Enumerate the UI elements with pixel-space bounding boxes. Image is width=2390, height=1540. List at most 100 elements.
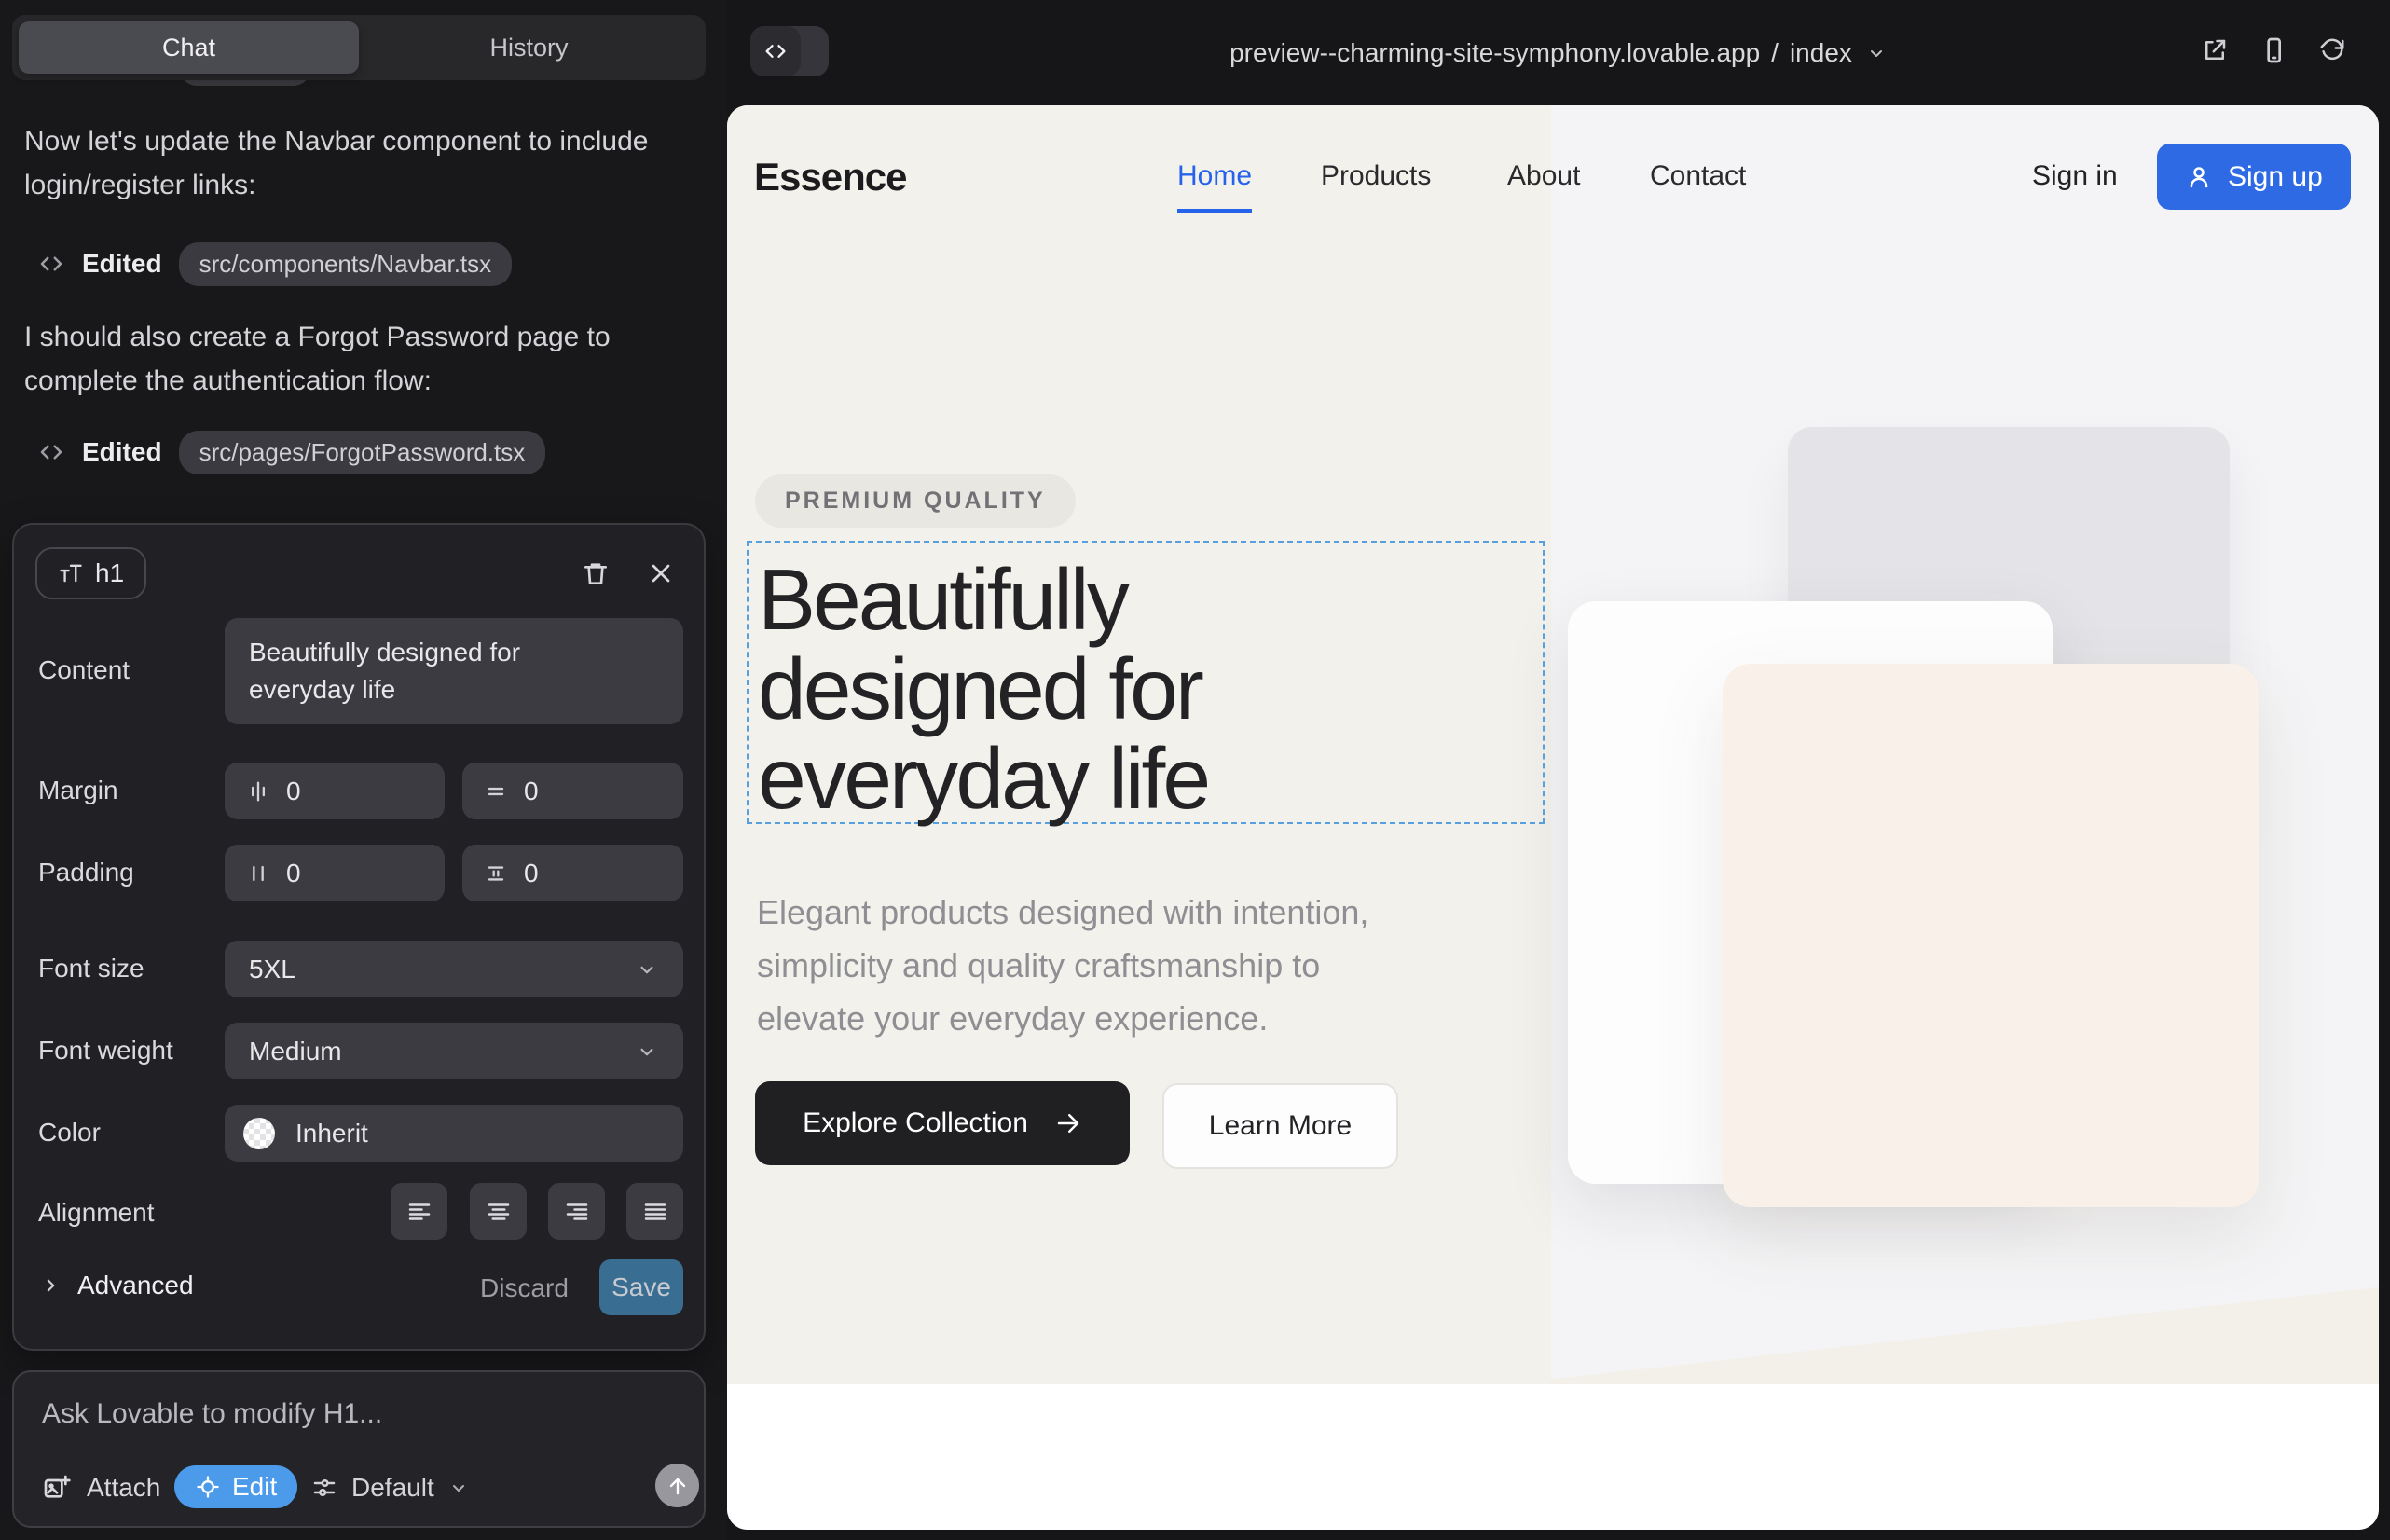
- learn-more-button[interactable]: Learn More: [1162, 1083, 1398, 1169]
- element-tag: h1: [95, 558, 124, 588]
- external-link-icon: [2201, 36, 2229, 64]
- save-button[interactable]: Save: [599, 1259, 683, 1315]
- nav-link-products[interactable]: Products: [1321, 160, 1431, 192]
- model-selector[interactable]: Default: [310, 1473, 470, 1503]
- trash-icon: [581, 558, 611, 588]
- padding-horizontal-input[interactable]: 0: [225, 845, 445, 901]
- hero-badge: PREMIUM QUALITY: [755, 474, 1076, 528]
- explore-collection-button[interactable]: Explore Collection: [755, 1081, 1130, 1165]
- file-chip[interactable]: src/pages/ForgotPassword.tsx: [179, 431, 546, 474]
- sign-up-label: Sign up: [2228, 161, 2323, 193]
- edited-file-row: Edited src/pages/ForgotPassword.tsx: [37, 431, 545, 474]
- explore-collection-label: Explore Collection: [803, 1107, 1028, 1139]
- chevron-down-icon: [635, 1039, 659, 1064]
- font-weight-label: Font weight: [38, 1036, 173, 1066]
- tab-history[interactable]: History: [359, 21, 699, 74]
- padding-horizontal-icon: [245, 860, 271, 887]
- hero-description-line: elevate your everyday experience.: [757, 992, 1368, 1045]
- margin-vertical-input[interactable]: 0: [462, 763, 683, 819]
- file-chip[interactable]: src/components/Navbar.tsx: [179, 242, 513, 286]
- site-logo[interactable]: Essence: [754, 155, 906, 199]
- close-icon: [646, 558, 676, 588]
- chat-sidebar: Chat History Now let's update the Navbar…: [0, 0, 727, 1540]
- refresh-button[interactable]: [2318, 36, 2346, 64]
- hero-heading-line: designed for: [758, 644, 1208, 734]
- margin-label: Margin: [38, 776, 118, 805]
- section-below-hero: [727, 1384, 2379, 1530]
- color-swatch: [243, 1118, 275, 1149]
- nav-link-home[interactable]: Home: [1177, 160, 1252, 192]
- url-breadcrumb[interactable]: preview--charming-site-symphony.lovable.…: [727, 38, 2390, 68]
- prompt-input[interactable]: [42, 1398, 657, 1430]
- margin-vertical-value: 0: [524, 777, 539, 806]
- arrow-up-icon: [665, 1473, 691, 1499]
- topbar-actions: [2201, 35, 2346, 65]
- send-button[interactable]: [655, 1464, 699, 1507]
- font-weight-select[interactable]: Medium: [225, 1023, 683, 1079]
- discard-button[interactable]: Discard: [480, 1273, 569, 1303]
- font-size-select[interactable]: 5XL: [225, 941, 683, 997]
- chat-history-tabs: Chat History: [12, 15, 706, 80]
- target-icon: [195, 1474, 221, 1500]
- tab-chat[interactable]: Chat: [19, 21, 359, 74]
- advanced-toggle[interactable]: Advanced: [38, 1271, 194, 1300]
- nav-link-about[interactable]: About: [1507, 160, 1580, 192]
- code-preview-toggle[interactable]: [750, 26, 829, 76]
- sign-in-link[interactable]: Sign in: [2032, 160, 2118, 192]
- color-label: Color: [38, 1118, 101, 1148]
- decorative-card-beige: [1723, 664, 2259, 1207]
- hero-description-line: simplicity and quality craftsmanship to: [757, 939, 1368, 992]
- color-value: Inherit: [295, 1119, 368, 1148]
- element-editor-panel: h1 Content Beautifully designed for ever…: [12, 523, 706, 1351]
- align-left-button[interactable]: [391, 1183, 447, 1240]
- nav-link-contact[interactable]: Contact: [1650, 160, 1746, 192]
- chat-message: Now let's update the Navbar component to…: [24, 119, 682, 207]
- selected-element-badge[interactable]: h1: [35, 547, 146, 599]
- hero-description: Elegant products designed with intention…: [757, 886, 1368, 1045]
- padding-label: Padding: [38, 858, 134, 887]
- hero-heading-line: Beautifully: [758, 555, 1208, 644]
- close-editor-button[interactable]: [640, 553, 681, 594]
- margin-horizontal-value: 0: [286, 777, 301, 806]
- align-right-button[interactable]: [548, 1183, 605, 1240]
- padding-vertical-input[interactable]: 0: [462, 845, 683, 901]
- code-toggle-segment[interactable]: [750, 26, 801, 76]
- content-label: Content: [38, 655, 130, 685]
- open-in-new-tab-button[interactable]: [2201, 36, 2229, 64]
- chevron-down-icon: [447, 1477, 470, 1499]
- content-input[interactable]: Beautifully designed for everyday life: [225, 618, 683, 724]
- arrow-right-icon: [1054, 1109, 1082, 1137]
- alignment-label: Alignment: [38, 1198, 155, 1228]
- chevron-down-icon: [1865, 42, 1888, 64]
- padding-vertical-icon: [483, 860, 509, 887]
- font-weight-value: Medium: [249, 1037, 635, 1066]
- color-select[interactable]: Inherit: [225, 1105, 683, 1162]
- smartphone-icon: [2259, 35, 2288, 65]
- delete-element-button[interactable]: [575, 553, 616, 594]
- mobile-view-button[interactable]: [2259, 35, 2288, 65]
- margin-horizontal-input[interactable]: 0: [225, 763, 445, 819]
- edited-label: Edited: [82, 249, 162, 279]
- align-justify-button[interactable]: [626, 1183, 683, 1240]
- hero-description-line: Elegant products designed with intention…: [757, 886, 1368, 939]
- browser-topbar: preview--charming-site-symphony.lovable.…: [727, 0, 2390, 105]
- sign-up-button[interactable]: Sign up: [2157, 144, 2351, 210]
- model-label: Default: [351, 1473, 434, 1503]
- align-justify-icon: [641, 1198, 669, 1226]
- edit-mode-button[interactable]: Edit: [174, 1465, 297, 1508]
- padding-horizontal-value: 0: [286, 859, 301, 888]
- align-right-icon: [563, 1198, 591, 1226]
- edited-label: Edited: [82, 437, 162, 467]
- align-center-button[interactable]: [470, 1183, 527, 1240]
- site-preview-frame: Essence Home Products About Contact Sign…: [727, 105, 2379, 1530]
- refresh-icon: [2318, 36, 2346, 64]
- user-icon: [2185, 163, 2213, 191]
- hero-heading[interactable]: Beautifully designed for everyday life: [758, 555, 1208, 823]
- attach-button[interactable]: Attach: [42, 1473, 160, 1503]
- code-icon: [37, 438, 65, 466]
- code-icon: [37, 250, 65, 278]
- align-center-icon: [485, 1198, 513, 1226]
- sliders-icon: [310, 1474, 338, 1502]
- code-icon: [762, 38, 789, 64]
- preview-stage: preview--charming-site-symphony.lovable.…: [727, 0, 2390, 1540]
